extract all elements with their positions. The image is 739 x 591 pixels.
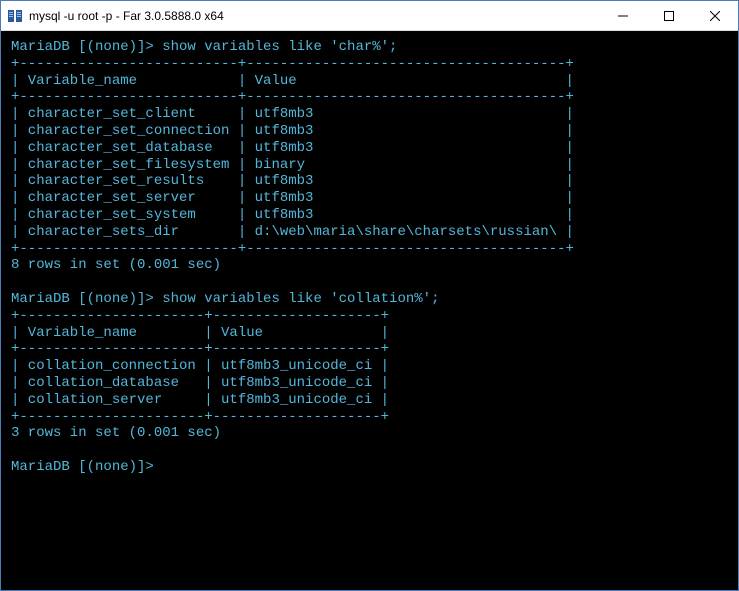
- titlebar[interactable]: mysql -u root -p - Far 3.0.5888.0 x64: [1, 1, 738, 31]
- window-controls: [600, 1, 738, 30]
- close-button[interactable]: [692, 1, 738, 30]
- app-window: mysql -u root -p - Far 3.0.5888.0 x64 Ma…: [0, 0, 739, 591]
- window-title: mysql -u root -p - Far 3.0.5888.0 x64: [29, 9, 600, 23]
- app-icon: [7, 8, 23, 24]
- terminal-output[interactable]: MariaDB [(none)]> show variables like 'c…: [1, 31, 738, 590]
- maximize-button[interactable]: [646, 1, 692, 30]
- minimize-button[interactable]: [600, 1, 646, 30]
